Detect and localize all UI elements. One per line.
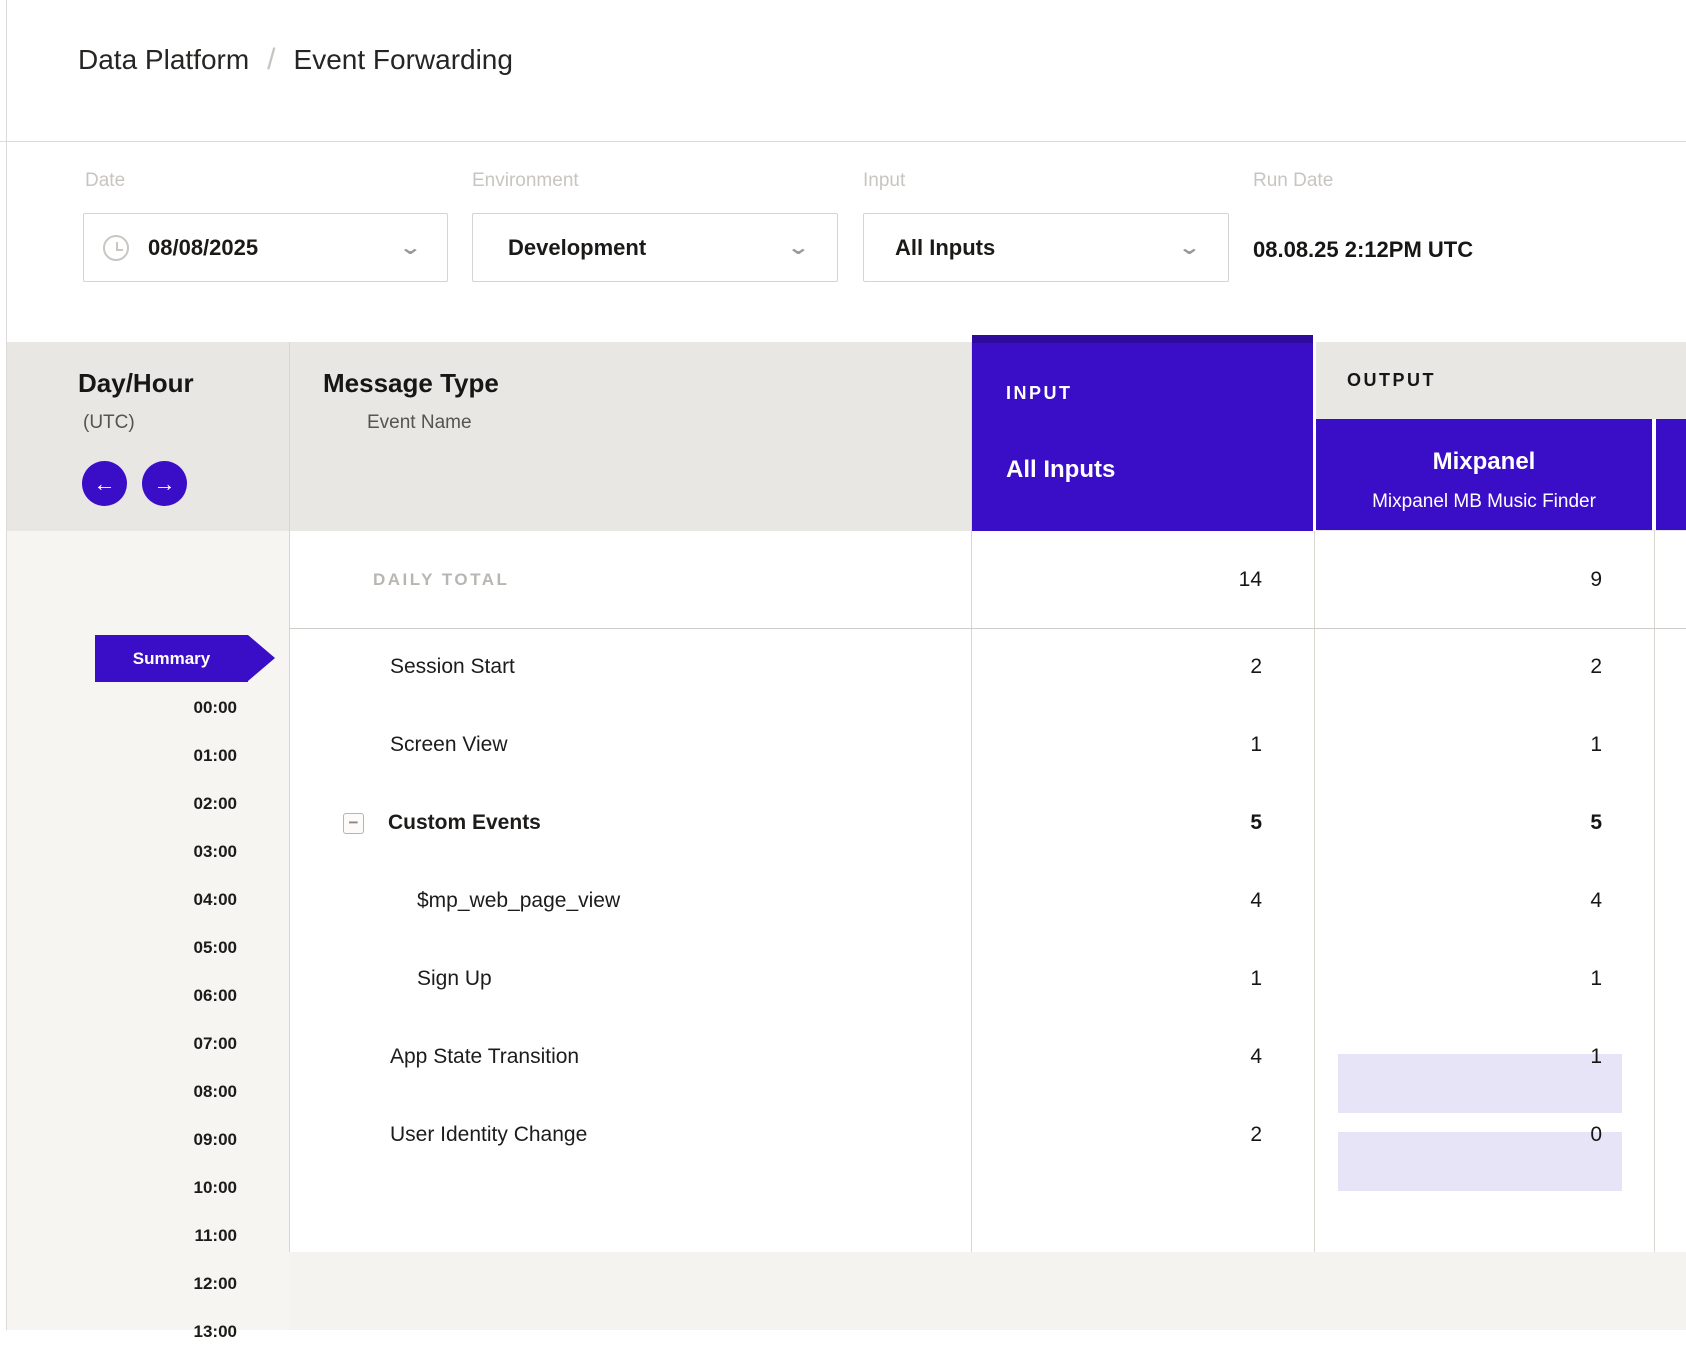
event-name: Sign Up bbox=[417, 967, 492, 991]
input-count: 1 bbox=[971, 967, 1314, 991]
table-row-custom-events: − Custom Events 5 5 bbox=[289, 784, 1686, 862]
message-type-column-title: Message Type bbox=[323, 368, 499, 399]
chevron-down-icon: ⌄ bbox=[1178, 235, 1201, 260]
hour-row-07[interactable]: 07:00 bbox=[7, 1020, 237, 1068]
hour-row-02[interactable]: 02:00 bbox=[7, 780, 237, 828]
hour-row-11[interactable]: 11:00 bbox=[7, 1212, 237, 1260]
input-column-tag: INPUT bbox=[1006, 383, 1073, 404]
event-name: App State Transition bbox=[390, 1045, 579, 1069]
input-count: 1 bbox=[971, 733, 1314, 757]
arrow-left-icon: ← bbox=[94, 471, 116, 497]
input-count: 4 bbox=[971, 889, 1314, 913]
date-select-value: 08/08/2025 bbox=[148, 235, 258, 261]
output-count: 5 bbox=[1590, 811, 1602, 834]
output-section-tag: OUTPUT bbox=[1347, 370, 1436, 391]
input-filter-label: Input bbox=[863, 170, 905, 192]
date-select[interactable]: 08/08/2025 ⌄ bbox=[83, 213, 448, 282]
daily-total-output-value: 9 bbox=[1314, 568, 1655, 592]
daily-total-input-value: 14 bbox=[971, 568, 1314, 592]
hour-row-03[interactable]: 03:00 bbox=[7, 828, 237, 876]
arrow-right-icon: → bbox=[154, 471, 176, 497]
hour-row-05[interactable]: 05:00 bbox=[7, 924, 237, 972]
hour-row-10[interactable]: 10:00 bbox=[7, 1164, 237, 1212]
summary-arrow-tip-icon bbox=[248, 635, 275, 681]
output-count: 1 bbox=[1590, 733, 1602, 756]
clock-icon bbox=[103, 235, 129, 261]
event-name: $mp_web_page_view bbox=[417, 889, 620, 913]
event-name: Custom Events bbox=[388, 811, 541, 835]
output-count: 2 bbox=[1590, 655, 1602, 678]
environment-filter-label: Environment bbox=[472, 170, 579, 192]
date-filter-label: Date bbox=[85, 170, 125, 192]
environment-select-value: Development bbox=[508, 235, 646, 261]
input-count: 5 bbox=[971, 811, 1314, 835]
breadcrumb: Data Platform / Event Forwarding bbox=[78, 40, 513, 80]
hour-row-13[interactable]: 13:00 bbox=[7, 1308, 237, 1356]
output-column-name: Mixpanel bbox=[1316, 448, 1652, 476]
output-count: 4 bbox=[1590, 889, 1602, 912]
breadcrumb-page: Event Forwarding bbox=[294, 44, 513, 76]
table-footer-band bbox=[289, 1252, 1686, 1330]
collapse-minus-icon[interactable]: − bbox=[343, 813, 364, 834]
event-rows: Session Start 2 2 Screen View 1 1 − Cust… bbox=[289, 628, 1686, 1174]
output-count: 0 bbox=[1590, 1123, 1602, 1146]
hour-row-09[interactable]: 09:00 bbox=[7, 1116, 237, 1164]
input-column-name: All Inputs bbox=[1006, 456, 1115, 484]
input-select[interactable]: All Inputs ⌄ bbox=[863, 213, 1229, 282]
day-hour-column-subtitle: (UTC) bbox=[83, 412, 135, 434]
table-row-mp-web-page-view: $mp_web_page_view 4 4 bbox=[289, 862, 1686, 940]
output-count: 1 bbox=[1590, 1045, 1602, 1068]
event-name: Screen View bbox=[390, 733, 508, 757]
input-count: 2 bbox=[971, 655, 1314, 679]
daily-total-row: DAILY TOTAL 14 9 bbox=[289, 531, 1686, 628]
summary-label: Summary bbox=[133, 649, 210, 669]
hour-row-01[interactable]: 01:00 bbox=[7, 732, 237, 780]
highlighted-cell bbox=[1338, 1132, 1622, 1191]
output-count: 1 bbox=[1590, 967, 1602, 990]
chevron-down-icon: ⌄ bbox=[399, 235, 422, 260]
chevron-down-icon: ⌄ bbox=[787, 235, 810, 260]
event-name: User Identity Change bbox=[390, 1123, 587, 1147]
input-column-header[interactable]: INPUT All Inputs bbox=[972, 335, 1313, 531]
input-count: 4 bbox=[971, 1045, 1314, 1069]
prev-day-button[interactable]: ← bbox=[82, 461, 127, 506]
summary-row-banner[interactable]: Summary bbox=[95, 635, 248, 682]
hour-list: 00:00 01:00 02:00 03:00 04:00 05:00 06:0… bbox=[7, 684, 237, 1356]
input-select-value: All Inputs bbox=[895, 235, 995, 261]
input-count: 2 bbox=[971, 1123, 1314, 1147]
breadcrumb-section[interactable]: Data Platform bbox=[78, 44, 249, 76]
output-column-subtitle: Mixpanel MB Music Finder bbox=[1316, 491, 1652, 513]
run-date-label: Run Date bbox=[1253, 170, 1333, 192]
output-column-header-next[interactable] bbox=[1656, 419, 1686, 530]
highlighted-cell bbox=[1338, 1054, 1622, 1113]
header-divider bbox=[0, 141, 1686, 142]
hour-row-04[interactable]: 04:00 bbox=[7, 876, 237, 924]
daily-total-label: DAILY TOTAL bbox=[289, 570, 971, 590]
next-day-button[interactable]: → bbox=[142, 461, 187, 506]
hour-row-06[interactable]: 06:00 bbox=[7, 972, 237, 1020]
table-row-session-start: Session Start 2 2 bbox=[289, 628, 1686, 706]
hour-row-08[interactable]: 08:00 bbox=[7, 1068, 237, 1116]
event-name: Session Start bbox=[390, 655, 515, 679]
hour-row-12[interactable]: 12:00 bbox=[7, 1260, 237, 1308]
hour-row-00[interactable]: 00:00 bbox=[7, 684, 237, 732]
message-type-column-subtitle: Event Name bbox=[367, 412, 472, 434]
environment-select[interactable]: Development ⌄ bbox=[472, 213, 838, 282]
run-date-value: 08.08.25 2:12PM UTC bbox=[1253, 237, 1473, 263]
table-row-app-state-transition: App State Transition 4 1 bbox=[289, 1018, 1686, 1096]
output-column-header-mixpanel[interactable]: Mixpanel Mixpanel MB Music Finder bbox=[1316, 419, 1652, 530]
breadcrumb-separator: / bbox=[267, 43, 275, 77]
table-row-sign-up: Sign Up 1 1 bbox=[289, 940, 1686, 1018]
table-row-screen-view: Screen View 1 1 bbox=[289, 706, 1686, 784]
day-hour-column-title: Day/Hour bbox=[78, 368, 194, 399]
